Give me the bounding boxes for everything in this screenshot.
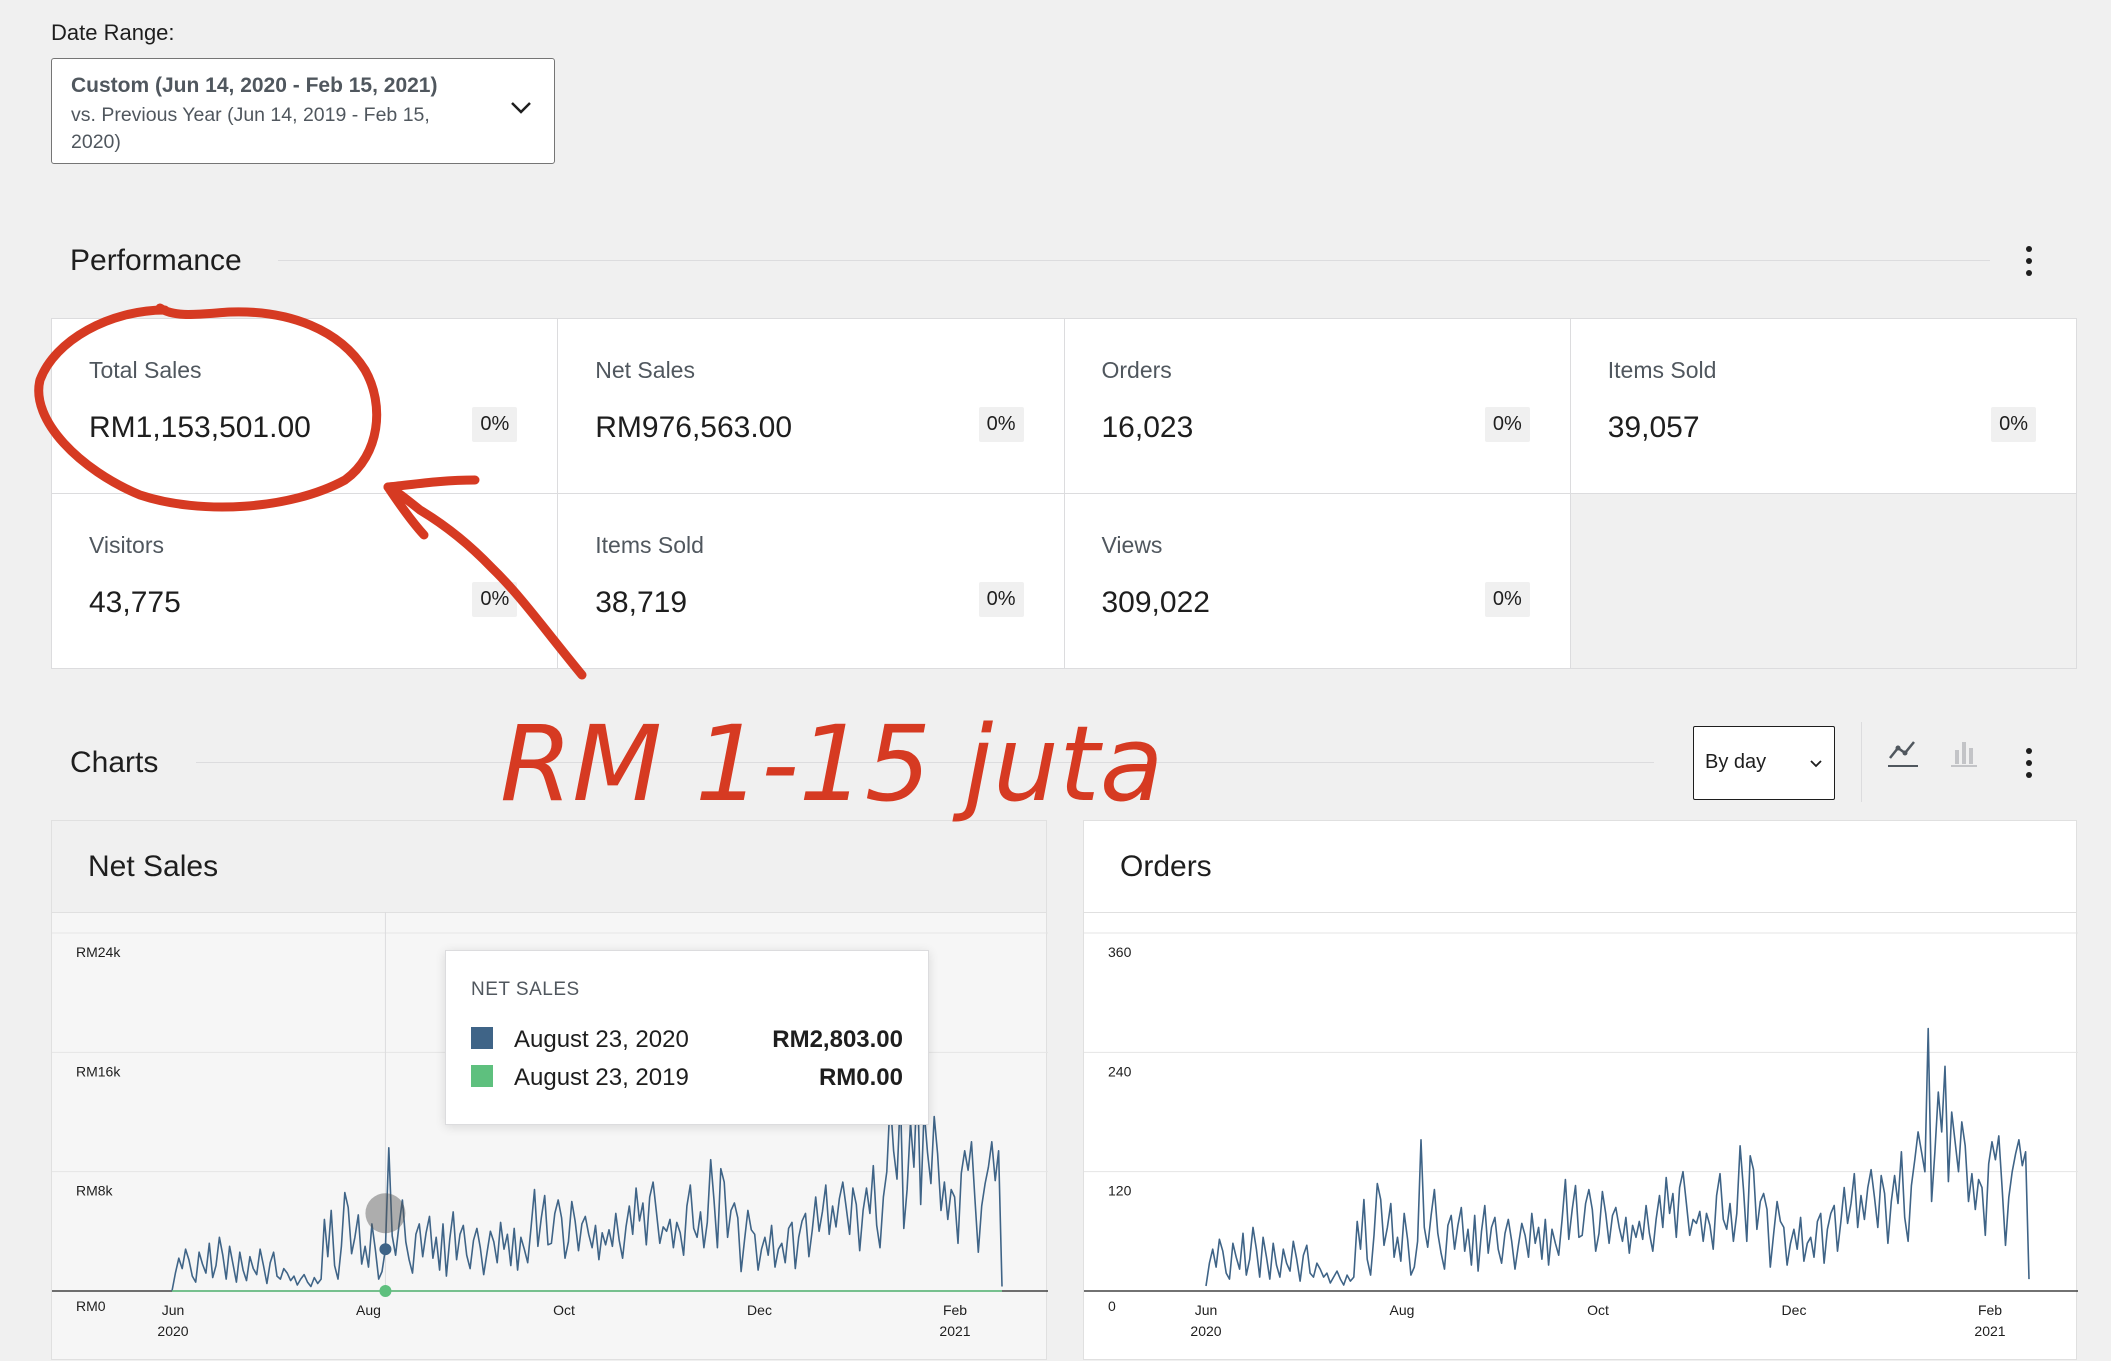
handwritten-annotation: RM 1-15 juta bbox=[34, 303, 1163, 825]
annotation-text: RM 1-15 juta bbox=[500, 703, 1163, 825]
